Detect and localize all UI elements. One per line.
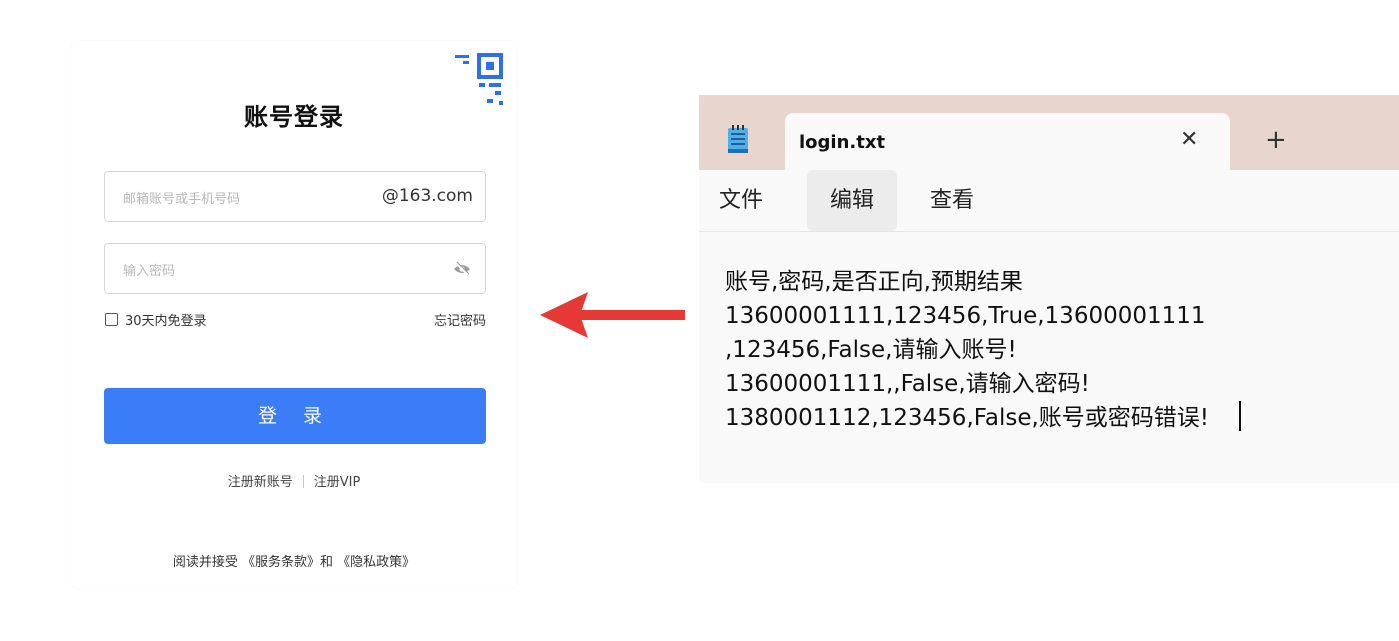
text-line-last: 1380001112,123456,False,账号或密码错误! (725, 401, 1241, 435)
remember-label: 30天内免登录 (125, 314, 207, 329)
text-line: ,123456,False,请输入账号! (725, 337, 1017, 363)
remember-me[interactable]: 30天内免登录 (105, 310, 207, 329)
password-field[interactable]: 输入密码 (104, 243, 486, 294)
menu-edit[interactable]: 编辑 (807, 170, 897, 231)
remember-checkbox[interactable] (105, 313, 118, 326)
text-line: 13600001111,,False,请输入密码! (725, 371, 1090, 397)
text-editor[interactable]: 账号,密码,是否正向,预期结果 13600001111,123456,True,1… (725, 265, 1241, 435)
text-line: 1380001112,123456,False,账号或密码错误! (725, 405, 1210, 431)
notepad-titlebar: login.txt ✕ + (699, 95, 1399, 170)
agreement-prefix: 阅读并接受 (172, 555, 238, 570)
privacy-link[interactable]: 《隐私政策》 (337, 555, 415, 570)
forgot-password-link[interactable]: 忘记密码 (434, 310, 486, 329)
text-line: 13600001111,123456,True,13600001111 (725, 303, 1206, 329)
login-card: 账号登录 邮箱账号或手机号码 @163.com 输入密码 30天内免登录 忘记密… (72, 41, 516, 589)
text-line: 账号,密码,是否正向,预期结果 (725, 269, 1023, 295)
tab-title: login.txt (799, 132, 886, 153)
password-placeholder: 输入密码 (123, 264, 176, 279)
email-domain-suffix: @163.com (381, 186, 473, 206)
agreement-text: 阅读并接受 《服务条款》和 《隐私政策》 (72, 551, 516, 570)
divider (302, 475, 304, 488)
register-vip-link[interactable]: 注册VIP (314, 475, 361, 490)
notepad-icon (728, 125, 748, 153)
register-link[interactable]: 注册新账号 (228, 475, 293, 490)
login-title: 账号登录 (244, 103, 344, 131)
new-tab-icon[interactable]: + (1265, 125, 1287, 155)
notepad-menubar: 文件 编辑 查看 (699, 170, 1399, 232)
left-arrow-icon (540, 292, 685, 338)
terms-link[interactable]: 《服务条款》 (242, 555, 320, 570)
register-links: 注册新账号 注册VIP (72, 471, 516, 490)
menu-file[interactable]: 文件 (719, 170, 763, 231)
menu-view[interactable]: 查看 (930, 170, 974, 231)
close-tab-icon[interactable]: ✕ (1180, 127, 1198, 152)
username-field[interactable]: 邮箱账号或手机号码 @163.com (104, 171, 486, 222)
agreement-and: 和 (320, 555, 334, 570)
notepad-window: login.txt ✕ + 文件 编辑 查看 账号,密码,是否正向,预期结果 13… (699, 95, 1399, 483)
eye-hidden-icon[interactable] (453, 260, 471, 278)
username-placeholder: 邮箱账号或手机号码 (123, 192, 241, 207)
login-button[interactable]: 登 录 (104, 388, 486, 444)
text-cursor (1239, 401, 1241, 431)
